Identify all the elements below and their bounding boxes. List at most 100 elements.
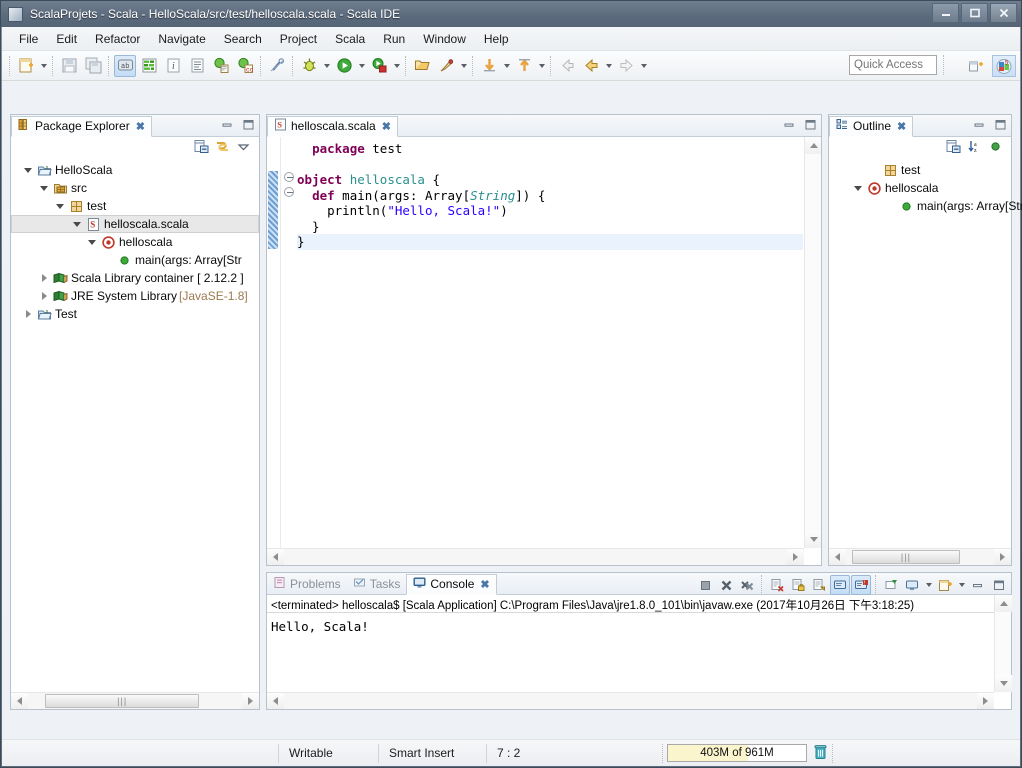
editor-vscrollbar[interactable] — [804, 137, 821, 548]
forward-back-arrow[interactable] — [603, 55, 614, 77]
scroll-right-button[interactable] — [242, 693, 259, 709]
tab-console[interactable]: Console ✖ — [406, 573, 497, 595]
code-line[interactable]: object helloscala { — [297, 172, 803, 188]
editor-body[interactable]: package test object helloscala { def mai… — [267, 137, 821, 565]
view-menu-icon[interactable] — [236, 139, 251, 157]
hide-non-public-icon[interactable] — [988, 139, 1003, 157]
maximize-icon[interactable] — [989, 575, 1009, 595]
coverage-dropdown-arrow[interactable] — [391, 55, 402, 77]
hscroll-track[interactable]: ||| — [846, 549, 994, 565]
maximize-icon[interactable] — [242, 118, 255, 131]
expand-collapse-icon[interactable] — [21, 162, 35, 178]
scala-perspective-icon[interactable]: 5 — [992, 55, 1016, 77]
console-hscrollbar[interactable] — [267, 692, 994, 709]
clear-console-icon[interactable] — [767, 575, 787, 595]
outline-hscrollbar[interactable]: ||| — [829, 548, 1011, 565]
menu-run[interactable]: Run — [374, 29, 414, 49]
tree-item-test[interactable]: test — [11, 197, 259, 215]
terminate-all-icon[interactable] — [695, 575, 715, 595]
hscroll-track[interactable] — [284, 549, 787, 565]
tree-item-helloscala[interactable]: s HelloScala — [11, 161, 259, 179]
scroll-down-button[interactable] — [805, 531, 821, 548]
word-wrap-icon[interactable] — [809, 575, 829, 595]
link-with-editor-icon[interactable] — [215, 139, 230, 157]
close-icon[interactable]: ✖ — [897, 120, 906, 133]
editor-hscrollbar[interactable] — [267, 548, 804, 565]
previous-annotation-icon[interactable] — [513, 55, 535, 77]
tree-item-helloscala-scala[interactable]: Shelloscala.scala — [11, 215, 259, 233]
toggle-mark-occurrences-icon[interactable]: ab — [114, 54, 136, 77]
expand-collapse-icon[interactable] — [70, 216, 84, 232]
menu-navigate[interactable]: Navigate — [149, 29, 214, 49]
code-text[interactable]: package test object helloscala { def mai… — [297, 141, 803, 549]
open-console-arrow[interactable] — [956, 574, 967, 596]
menu-scala[interactable]: Scala — [326, 29, 374, 49]
close-icon[interactable]: ✖ — [480, 578, 489, 591]
tab-problems[interactable]: Problems — [267, 573, 347, 594]
save-all-icon[interactable] — [82, 55, 104, 77]
scroll-up-button[interactable] — [995, 595, 1012, 612]
expand-collapse-icon[interactable] — [85, 234, 99, 250]
expand-collapse-icon[interactable] — [21, 306, 35, 322]
package-explorer-hscrollbar[interactable]: ||| — [11, 692, 259, 709]
outline-tree[interactable]: test helloscala main(args: Array[String — [829, 159, 1022, 215]
console-vscrollbar[interactable] — [994, 595, 1012, 692]
display-console-arrow[interactable] — [923, 574, 934, 596]
trash-icon[interactable] — [813, 743, 833, 763]
hscroll-thumb[interactable]: ||| — [851, 550, 960, 564]
code-line[interactable]: } — [297, 234, 803, 250]
menu-search[interactable]: Search — [215, 29, 271, 49]
tree-item-main-args-array-str[interactable]: main(args: Array[Str — [11, 251, 259, 269]
code-line[interactable]: println("Hello, Scala!") — [297, 203, 803, 219]
display-selected-console-icon[interactable] — [902, 575, 922, 595]
quick-access-input[interactable] — [849, 55, 937, 75]
show-console-on-output-icon[interactable] — [830, 575, 850, 595]
tree-item-jre-system-library[interactable]: JRE System Library [JavaSE-1.8] — [11, 287, 259, 305]
info-icon[interactable]: i — [162, 55, 184, 77]
menu-file[interactable]: File — [10, 29, 47, 49]
scala-interpreter-icon[interactable] — [138, 55, 160, 77]
editor-annotation-ruler[interactable] — [267, 137, 281, 549]
scroll-left-button[interactable] — [267, 693, 284, 709]
code-line[interactable]: package test — [297, 141, 803, 157]
expand-collapse-icon[interactable] — [851, 180, 865, 196]
debug-icon[interactable] — [298, 55, 320, 77]
scroll-left-button[interactable] — [829, 549, 846, 565]
forward-icon[interactable] — [615, 55, 637, 77]
open-type-icon[interactable] — [411, 55, 433, 77]
run-dropdown-arrow[interactable] — [356, 55, 367, 77]
maximize-icon[interactable] — [804, 118, 817, 131]
link-with-editor-icon[interactable] — [266, 55, 288, 77]
expand-collapse-icon[interactable] — [37, 180, 51, 196]
next-annotation-arrow[interactable] — [501, 55, 512, 77]
scroll-right-button[interactable] — [787, 549, 804, 565]
show-console-on-error-icon[interactable]: ! — [851, 575, 871, 595]
hscroll-thumb[interactable]: ||| — [45, 694, 200, 708]
run-coverage-icon[interactable] — [368, 55, 390, 77]
minimize-button[interactable] — [932, 3, 959, 23]
collapse-all-icon[interactable] — [194, 139, 209, 157]
heap-monitor[interactable]: 403M of 961M — [667, 744, 807, 762]
scroll-right-button[interactable] — [994, 549, 1011, 565]
previous-annotation-arrow[interactable] — [536, 55, 547, 77]
editor-folding-ruler[interactable] — [281, 137, 297, 549]
scroll-up-button[interactable] — [805, 137, 821, 154]
expand-collapse-icon[interactable] — [53, 198, 67, 214]
minimize-icon[interactable] — [221, 118, 234, 131]
package-explorer-tree[interactable]: s HelloScala src test Shelloscala.scala hello… — [11, 159, 259, 323]
tree-item-main-args-array-string[interactable]: main(args: Array[String — [829, 197, 1022, 215]
scroll-lock-icon[interactable] — [788, 575, 808, 595]
fold-marker-object[interactable] — [284, 172, 294, 182]
remove-all-launches-icon[interactable] — [737, 575, 757, 595]
minimize-icon[interactable] — [973, 118, 986, 131]
minimize-icon[interactable] — [968, 575, 988, 595]
menu-project[interactable]: Project — [271, 29, 326, 49]
scroll-right-button[interactable] — [977, 693, 994, 709]
tree-item-src[interactable]: src — [11, 179, 259, 197]
tab-package-explorer[interactable]: Package Explorer ✖ — [11, 115, 152, 137]
fold-marker-method[interactable] — [284, 187, 294, 197]
new-wizard-icon[interactable] — [15, 55, 37, 77]
remove-launch-icon[interactable] — [716, 575, 736, 595]
maximize-button[interactable] — [961, 3, 988, 23]
tree-item-helloscala[interactable]: helloscala — [829, 179, 1011, 197]
